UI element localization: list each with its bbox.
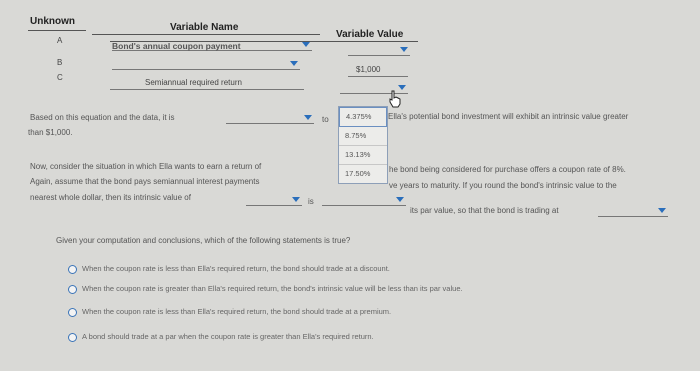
dropdown-option[interactable]: 4.375%: [339, 107, 387, 127]
radio-button[interactable]: [68, 307, 77, 317]
row-letter-a: A: [57, 36, 63, 45]
comparison-dropdown[interactable]: [322, 196, 406, 206]
variable-name-dropdown-b[interactable]: [112, 60, 300, 70]
header-underline: [92, 34, 320, 35]
row-letter-b: B: [57, 58, 63, 67]
chevron-down-icon: [290, 61, 298, 66]
question-text: Given your computation and conclusions, …: [56, 236, 351, 245]
choice-3[interactable]: When the coupon rate is less than Ella's…: [68, 307, 391, 317]
variable-value-header: Variable Value: [336, 29, 404, 40]
chevron-down-icon: [292, 197, 300, 202]
para2-line2: Again, assume that the bond pays semiann…: [30, 177, 260, 186]
intrinsic-value-dropdown[interactable]: [246, 196, 302, 206]
variable-value-b: $1,000: [356, 65, 381, 74]
para2-line1: Now, consider the situation in which Ell…: [30, 162, 262, 171]
variable-name-header: Variable Name: [170, 22, 239, 33]
radio-button[interactable]: [68, 332, 77, 342]
variable-value-dropdown-a[interactable]: [348, 46, 410, 56]
variable-name-dropdown-a[interactable]: Bond's annual coupon payment: [112, 41, 312, 51]
para1-to: to: [322, 115, 329, 124]
para2-line3-end: its par value, so that the bond is tradi…: [410, 206, 559, 215]
dropdown-value: Bond's annual coupon payment: [112, 41, 241, 51]
choice-label: When the coupon rate is less than Ella's…: [82, 307, 392, 316]
row-letter-c: C: [57, 73, 63, 82]
choice-label: When the coupon rate is less than Ella's…: [82, 264, 390, 273]
radio-button[interactable]: [68, 284, 77, 294]
chevron-down-icon: [658, 208, 666, 213]
para2-line1-end: he bond being considered for purchase of…: [389, 165, 626, 174]
para1-continued: Ella's potential bond investment will ex…: [388, 112, 629, 121]
chevron-down-icon: [396, 197, 404, 202]
choice-1[interactable]: When the coupon rate is less than Ella's…: [68, 264, 390, 274]
trading-dropdown[interactable]: [598, 207, 668, 217]
radio-button[interactable]: [68, 264, 77, 274]
para1-dropdown[interactable]: [226, 114, 314, 124]
choice-label: When the coupon rate is greater than Ell…: [82, 284, 463, 293]
value-underline: [348, 76, 408, 77]
chevron-down-icon: [302, 42, 310, 47]
name-underline: [110, 89, 304, 90]
choice-label: A bond should trade at a par when the co…: [82, 332, 374, 341]
para2-line3: nearest whole dollar, then its intrinsic…: [30, 193, 191, 202]
header-underline: [28, 30, 86, 31]
para1-line2: than $1,000.: [28, 128, 73, 137]
dropdown-option[interactable]: 17.50%: [339, 165, 387, 183]
para1-text: Based on this equation and the data, it …: [30, 113, 175, 122]
para2-line2-end: ve years to maturity. If you round the b…: [389, 181, 617, 190]
choice-4[interactable]: A bond should trade at a par when the co…: [68, 332, 374, 342]
return-dropdown-list[interactable]: 4.375% 8.75% 13.13% 17.50%: [338, 106, 388, 184]
chevron-down-icon: [400, 47, 408, 52]
dropdown-option[interactable]: 8.75%: [339, 127, 387, 146]
para2-is: is: [308, 197, 314, 206]
variable-name-c: Semiannual required return: [145, 78, 242, 87]
unknown-header: Unknown: [30, 16, 75, 27]
hand-cursor-icon: [389, 90, 401, 108]
dropdown-option[interactable]: 13.13%: [339, 146, 387, 165]
choice-2[interactable]: When the coupon rate is greater than Ell…: [68, 284, 463, 294]
chevron-down-icon: [304, 115, 312, 120]
